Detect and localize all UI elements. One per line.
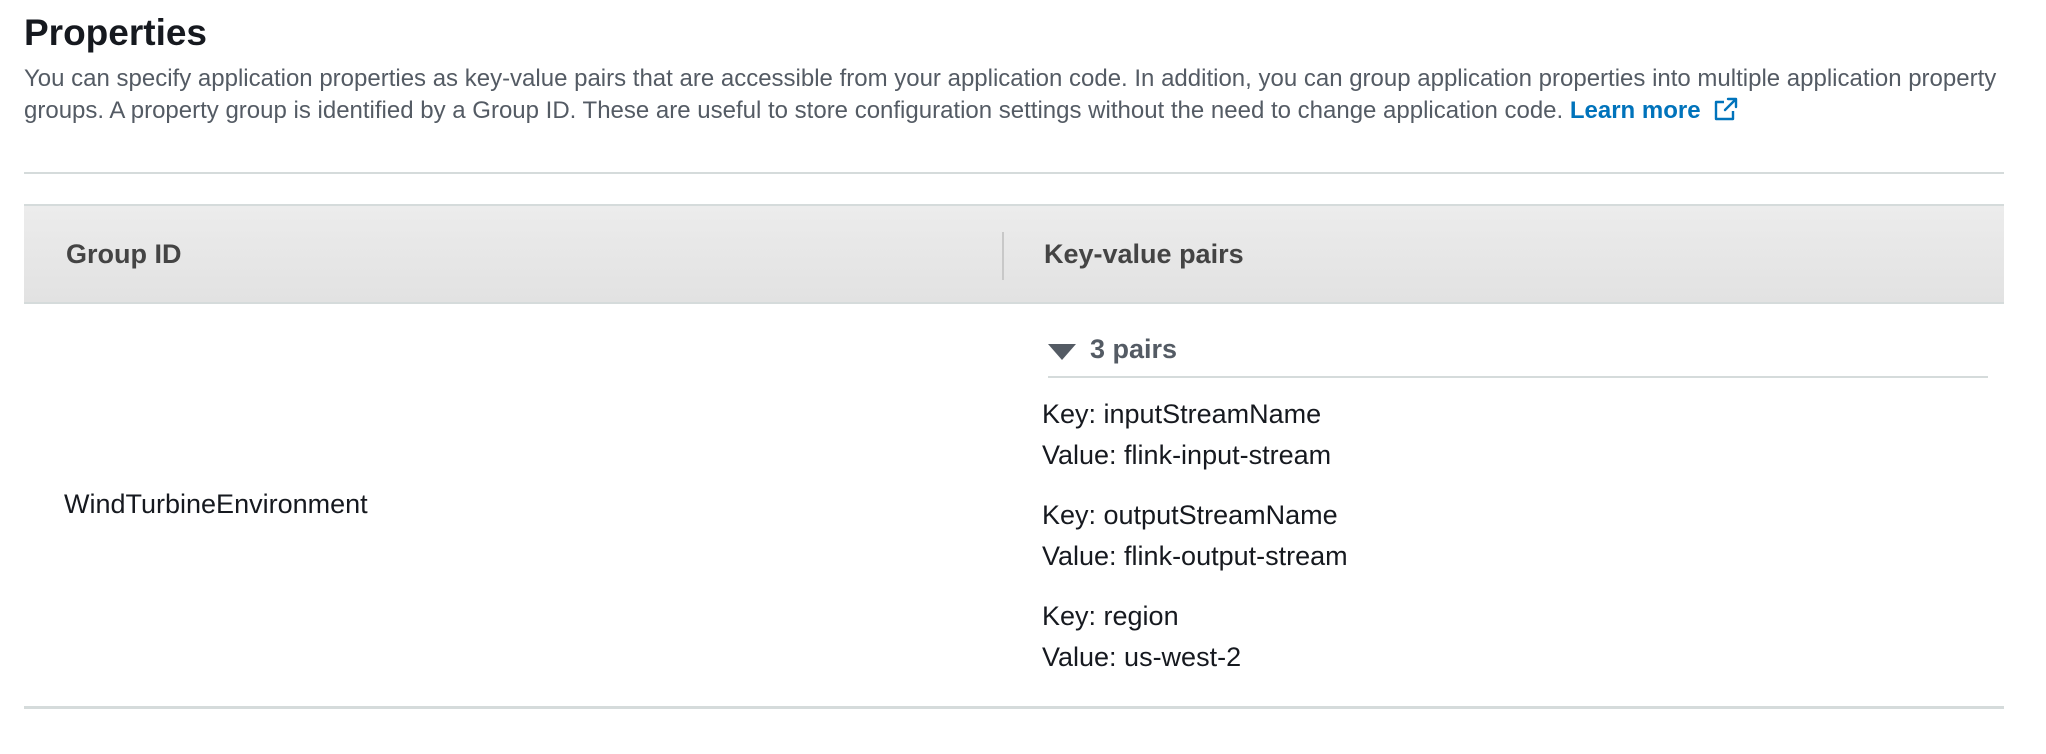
table-header: Group ID Key-value pairs <box>24 204 2004 304</box>
pair-value: Value: flink-output-stream <box>1042 541 1348 571</box>
column-header-group-id: Group ID <box>66 239 182 269</box>
learn-more-label: Learn more <box>1569 97 1701 124</box>
properties-panel: Properties You can specify application p… <box>0 0 2046 754</box>
table-bottom-border <box>24 706 2004 709</box>
key-value-item: Key: inputStreamName Value: flink-input-… <box>1042 394 1982 476</box>
pair-value: Value: us-west-2 <box>1042 642 1242 672</box>
section-divider <box>24 172 2004 174</box>
external-link-icon <box>1713 96 1739 122</box>
pairs-expander-toggle[interactable]: 3 pairs <box>1048 328 1988 378</box>
section-description: You can specify application properties a… <box>24 63 2014 127</box>
pairs-count-label: 3 pairs <box>1090 334 1178 364</box>
pair-key: Key: region <box>1042 601 1179 631</box>
key-value-item: Key: outputStreamName Value: flink-outpu… <box>1042 495 1982 577</box>
caret-down-icon <box>1048 344 1076 360</box>
learn-more-link[interactable]: Learn more <box>1570 97 1739 124</box>
pair-key: Key: inputStreamName <box>1042 399 1322 429</box>
section-title: Properties <box>24 12 208 53</box>
pair-value: Value: flink-input-stream <box>1042 440 1332 470</box>
key-value-list: Key: inputStreamName Value: flink-input-… <box>1042 394 1982 697</box>
column-header-key-value-pairs: Key-value pairs <box>1044 239 1244 269</box>
column-divider[interactable] <box>1002 232 1004 280</box>
pair-key: Key: outputStreamName <box>1042 500 1338 530</box>
key-value-item: Key: region Value: us-west-2 <box>1042 596 1982 678</box>
properties-table: Group ID Key-value pairs WindTurbineEnvi… <box>24 204 2004 712</box>
group-id-cell: WindTurbineEnvironment <box>64 489 368 519</box>
